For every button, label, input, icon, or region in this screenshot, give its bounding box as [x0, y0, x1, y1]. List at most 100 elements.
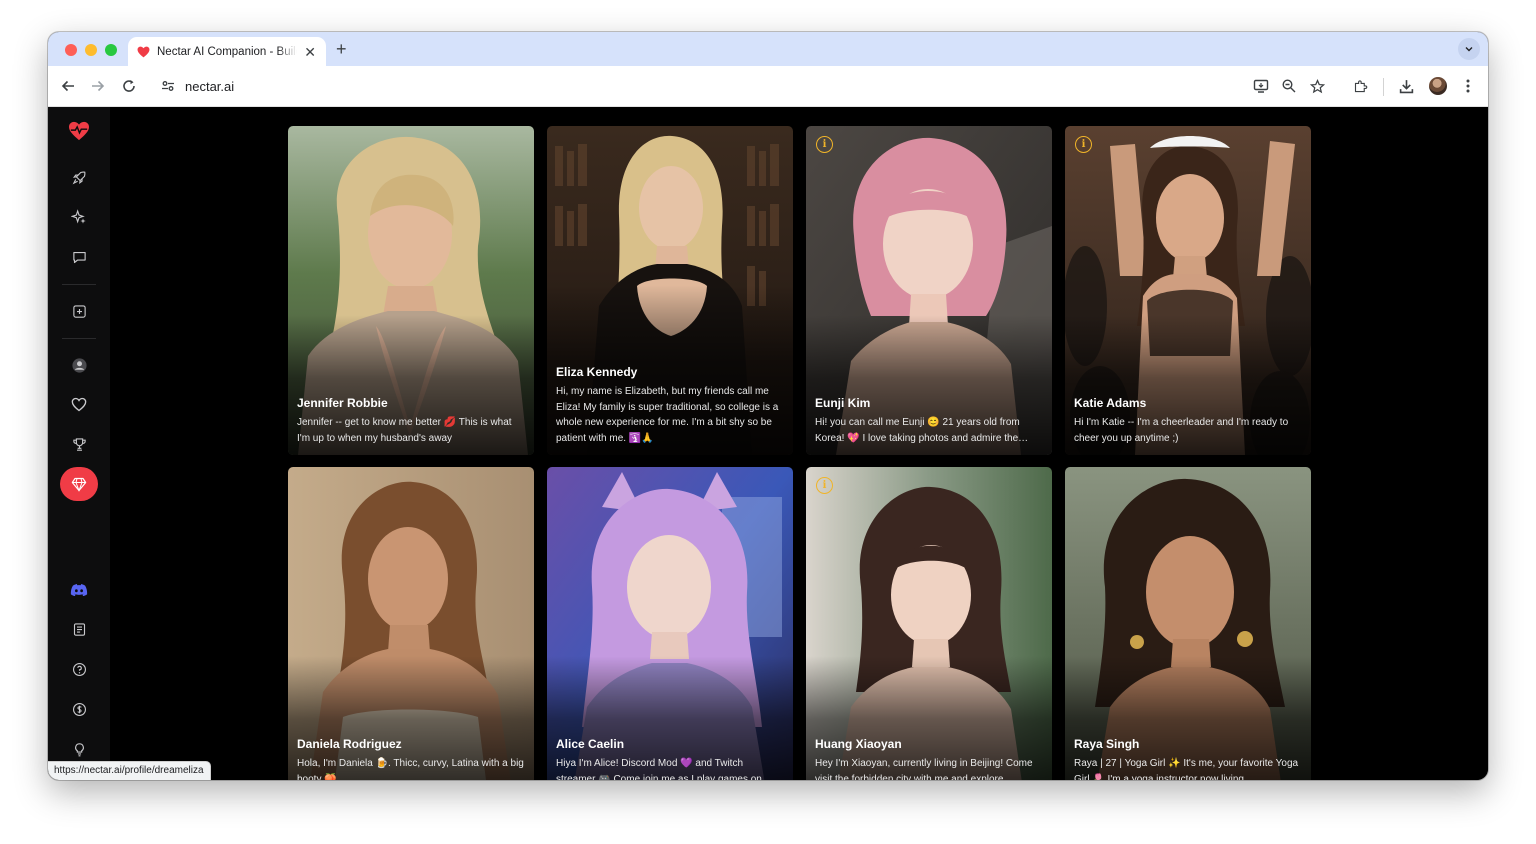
info-icon[interactable]: i	[816, 136, 833, 153]
browser-window: Nectar AI Companion - Build Your AI ✕ + …	[48, 32, 1488, 780]
info-icon[interactable]: i	[816, 477, 833, 494]
sidebar-item-create[interactable]	[67, 299, 91, 323]
card-info: Eunji Kim Hi! you can call me Eunji 😊 21…	[806, 396, 1052, 455]
info-icon[interactable]: i	[1075, 136, 1092, 153]
chevron-down-icon	[1465, 47, 1473, 52]
sidebar-item-chats[interactable]	[67, 245, 91, 269]
tab-close-icon[interactable]: ✕	[304, 45, 316, 59]
character-card[interactable]: i Eunji Kim Hi! you can call me Eunji 😊 …	[806, 126, 1052, 455]
newspaper-icon	[73, 622, 85, 636]
character-name: Huang Xiaoyan	[815, 737, 902, 751]
browser-menu-button[interactable]	[1458, 76, 1478, 96]
lightbulb-icon	[74, 742, 84, 756]
character-description: Hi! you can call me Eunji 😊 21 years old…	[815, 417, 1020, 444]
reload-button[interactable]	[119, 76, 139, 96]
character-description: Jennifer -- get to know me better 💋 This…	[297, 417, 512, 444]
character-description: Hola, I'm Daniela 🍺. Thicc, curvy, Latin…	[297, 758, 524, 780]
character-name: Alice Caelin	[556, 737, 625, 751]
app-content: Jennifer Robbie Jennifer -- get to know …	[48, 107, 1488, 780]
more-vertical-icon	[1466, 79, 1470, 93]
character-card[interactable]: Eliza Kennedy Hi, my name is Elizabeth, …	[547, 126, 793, 455]
forward-button[interactable]	[88, 76, 108, 96]
character-name: Raya Singh	[1074, 737, 1140, 751]
sidebar-item-discover[interactable]	[67, 205, 91, 229]
character-description: Hi, my name is Elizabeth, but my friends…	[556, 386, 779, 444]
sidebar	[48, 107, 110, 780]
character-card[interactable]: Jennifer Robbie Jennifer -- get to know …	[288, 126, 534, 455]
character-description: Hiya I'm Alice! Discord Mod 💜 and Twitch…	[556, 758, 762, 780]
character-card[interactable]: Raya Singh Raya | 27 | Yoga Girl ✨ It's …	[1065, 467, 1311, 780]
heart-favicon-icon	[136, 45, 150, 59]
card-info: Eliza Kennedy Hi, my name is Elizabeth, …	[547, 365, 793, 455]
card-info: Katie Adams Hi I'm Katie -- I'm a cheerl…	[1065, 396, 1311, 455]
install-app-icon	[1253, 79, 1269, 93]
heart-pulse-logo-icon	[69, 121, 89, 141]
character-card[interactable]: i Katie Adams Hi I'm Katie -- I'm a chee…	[1065, 126, 1311, 455]
chat-icon	[72, 251, 86, 263]
browser-tab[interactable]: Nectar AI Companion - Build Your AI ✕	[128, 37, 326, 66]
character-card[interactable]: Daniela Rodriguez Hola, I'm Daniela 🍺. T…	[288, 467, 534, 780]
sidebar-item-ideas[interactable]	[67, 737, 91, 761]
tab-search-button[interactable]	[1458, 38, 1480, 60]
character-name: Daniela Rodriguez	[297, 737, 402, 751]
zoom-button[interactable]	[1279, 76, 1299, 96]
sidebar-item-explore[interactable]	[67, 165, 91, 189]
character-name: Eliza Kennedy	[556, 365, 638, 379]
sidebar-item-discord[interactable]	[67, 578, 91, 602]
reload-icon	[123, 80, 135, 92]
card-info: Huang Xiaoyan Hey I'm Xiaoyan, currently…	[806, 737, 1052, 780]
star-icon	[1309, 78, 1325, 93]
card-info: Raya Singh Raya | 27 | Yoga Girl ✨ It's …	[1065, 737, 1311, 780]
gem-icon	[71, 477, 87, 492]
browser-toolbar: nectar.ai	[48, 66, 1488, 107]
character-name: Katie Adams	[1074, 396, 1147, 410]
nectar-logo[interactable]	[67, 119, 91, 143]
character-name: Jennifer Robbie	[297, 396, 388, 410]
question-circle-icon	[72, 662, 86, 676]
link-status-bubble: https://nectar.ai/profile/dreameliza	[48, 761, 211, 780]
site-settings-icon[interactable]	[161, 79, 175, 93]
sidebar-item-pricing[interactable]	[67, 697, 91, 721]
card-info: Daniela Rodriguez Hola, I'm Daniela 🍺. T…	[288, 737, 534, 780]
premium-button[interactable]	[60, 467, 98, 501]
sidebar-divider	[62, 284, 96, 285]
close-window-button[interactable]	[65, 44, 77, 56]
plus-square-icon	[72, 304, 86, 318]
character-description: Hi I'm Katie -- I'm a cheerleader and I'…	[1074, 417, 1289, 444]
user-circle-icon	[71, 357, 87, 373]
back-button[interactable]	[58, 76, 78, 96]
new-tab-button[interactable]: +	[336, 39, 347, 59]
sidebar-item-profile[interactable]	[67, 353, 91, 377]
rocket-icon	[72, 171, 85, 184]
cast-button[interactable]	[1251, 76, 1271, 96]
sparkles-icon	[71, 209, 86, 224]
url-text: nectar.ai	[185, 78, 235, 94]
character-card[interactable]: Alice Caelin Hiya I'm Alice! Discord Mod…	[547, 467, 793, 780]
discord-icon	[70, 584, 88, 596]
character-name: Eunji Kim	[815, 396, 871, 410]
puzzle-icon	[1354, 79, 1367, 92]
character-description: Raya | 27 | Yoga Girl ✨ It's me, your fa…	[1074, 758, 1299, 780]
heart-outline-icon	[71, 397, 87, 411]
card-info: Alice Caelin Hiya I'm Alice! Discord Mod…	[547, 737, 793, 780]
sidebar-item-leaderboard[interactable]	[67, 432, 91, 456]
address-bar[interactable]: nectar.ai	[151, 71, 1227, 101]
card-info: Jennifer Robbie Jennifer -- get to know …	[288, 396, 534, 455]
sidebar-item-blog[interactable]	[67, 617, 91, 641]
sidebar-item-help[interactable]	[67, 657, 91, 681]
tab-strip: Nectar AI Companion - Build Your AI ✕ +	[48, 32, 1488, 66]
extensions-button[interactable]	[1350, 76, 1370, 96]
sidebar-divider	[62, 338, 96, 339]
character-card[interactable]: i Huang Xiaoyan Hey I'm Xiaoyan, current…	[806, 467, 1052, 780]
download-icon	[1399, 79, 1413, 93]
tab-title: Nectar AI Companion - Build Your AI	[157, 45, 297, 58]
character-description: Hey I'm Xiaoyan, currently living in Bei…	[815, 758, 1033, 780]
arrow-right-icon	[92, 80, 105, 92]
minimize-window-button[interactable]	[85, 44, 97, 56]
zoom-icon	[1282, 79, 1296, 93]
sidebar-item-favorites[interactable]	[67, 392, 91, 416]
maximize-window-button[interactable]	[105, 44, 117, 56]
profile-avatar[interactable]	[1429, 77, 1447, 95]
downloads-button[interactable]	[1396, 76, 1416, 96]
bookmark-button[interactable]	[1307, 76, 1327, 96]
